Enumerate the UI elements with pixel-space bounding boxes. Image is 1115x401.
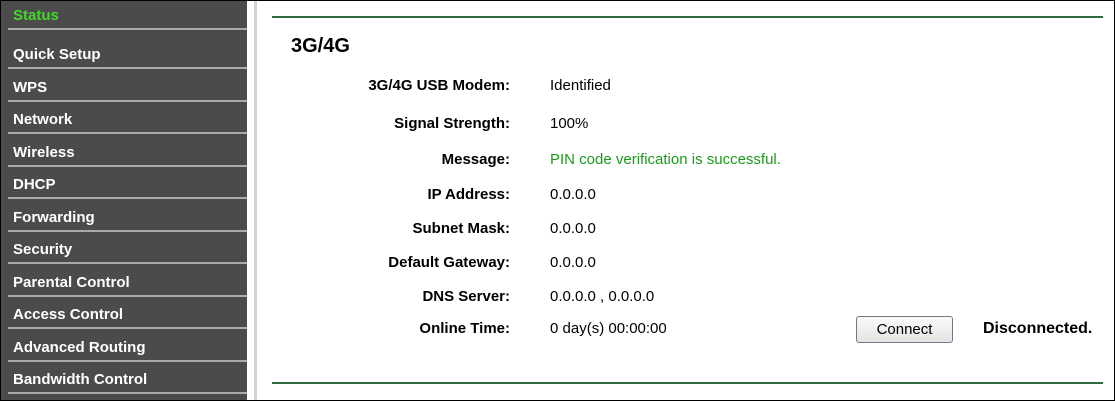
row-label-message: Message: xyxy=(441,151,510,168)
page-title: 3G/4G xyxy=(291,35,350,57)
row-label-subnet-mask: Subnet Mask: xyxy=(412,220,510,237)
row-value-ip-address: 0.0.0.0 xyxy=(550,186,596,203)
sidebar-item-security[interactable]: Security xyxy=(8,235,247,264)
top-rule xyxy=(272,16,1103,18)
row-value-default-gateway: 0.0.0.0 xyxy=(550,254,596,271)
sidebar-item-forwarding[interactable]: Forwarding xyxy=(8,203,247,232)
row-label-default-gateway: Default Gateway: xyxy=(388,254,510,271)
row-label-signal-strength: Signal Strength: xyxy=(394,115,510,132)
row-label-online-time: Online Time: xyxy=(419,320,510,337)
row-value-signal-strength: 100% xyxy=(550,115,589,132)
row-value-usb-modem: Identified xyxy=(550,77,611,94)
row-value-message: PIN code verification is successful. xyxy=(550,151,781,168)
sidebar-item-access-control[interactable]: Access Control xyxy=(8,300,247,329)
row-value-subnet-mask: 0.0.0.0 xyxy=(550,220,596,237)
row-label-usb-modem: 3G/4G USB Modem: xyxy=(368,77,510,94)
sidebar-item-quick-setup[interactable]: Quick Setup xyxy=(8,40,247,69)
row-value-dns-server: 0.0.0.0 , 0.0.0.0 xyxy=(550,288,655,305)
row-label-dns-server: DNS Server: xyxy=(422,288,510,305)
sidebar-item-wps[interactable]: WPS xyxy=(8,73,247,102)
bottom-rule xyxy=(272,382,1103,384)
sidebar-item-wireless[interactable]: Wireless xyxy=(8,138,247,167)
connect-button[interactable]: Connect xyxy=(856,316,953,343)
sidebar-item-network[interactable]: Network xyxy=(8,105,247,134)
sidebar: Status Quick Setup WPS Network Wireless … xyxy=(1,1,247,400)
sidebar-divider xyxy=(254,1,257,400)
connection-status: Disconnected. xyxy=(983,320,1093,337)
row-value-online-time: 0 day(s) 00:00:00 xyxy=(550,320,667,337)
sidebar-item-parental-control[interactable]: Parental Control xyxy=(8,268,247,297)
row-label-ip-address: IP Address: xyxy=(427,186,510,203)
sidebar-item-status[interactable]: Status xyxy=(8,1,247,30)
sidebar-item-bandwidth-control[interactable]: Bandwidth Control xyxy=(8,365,247,394)
sidebar-item-dhcp[interactable]: DHCP xyxy=(8,170,247,199)
sidebar-item-advanced-routing[interactable]: Advanced Routing xyxy=(8,333,247,362)
